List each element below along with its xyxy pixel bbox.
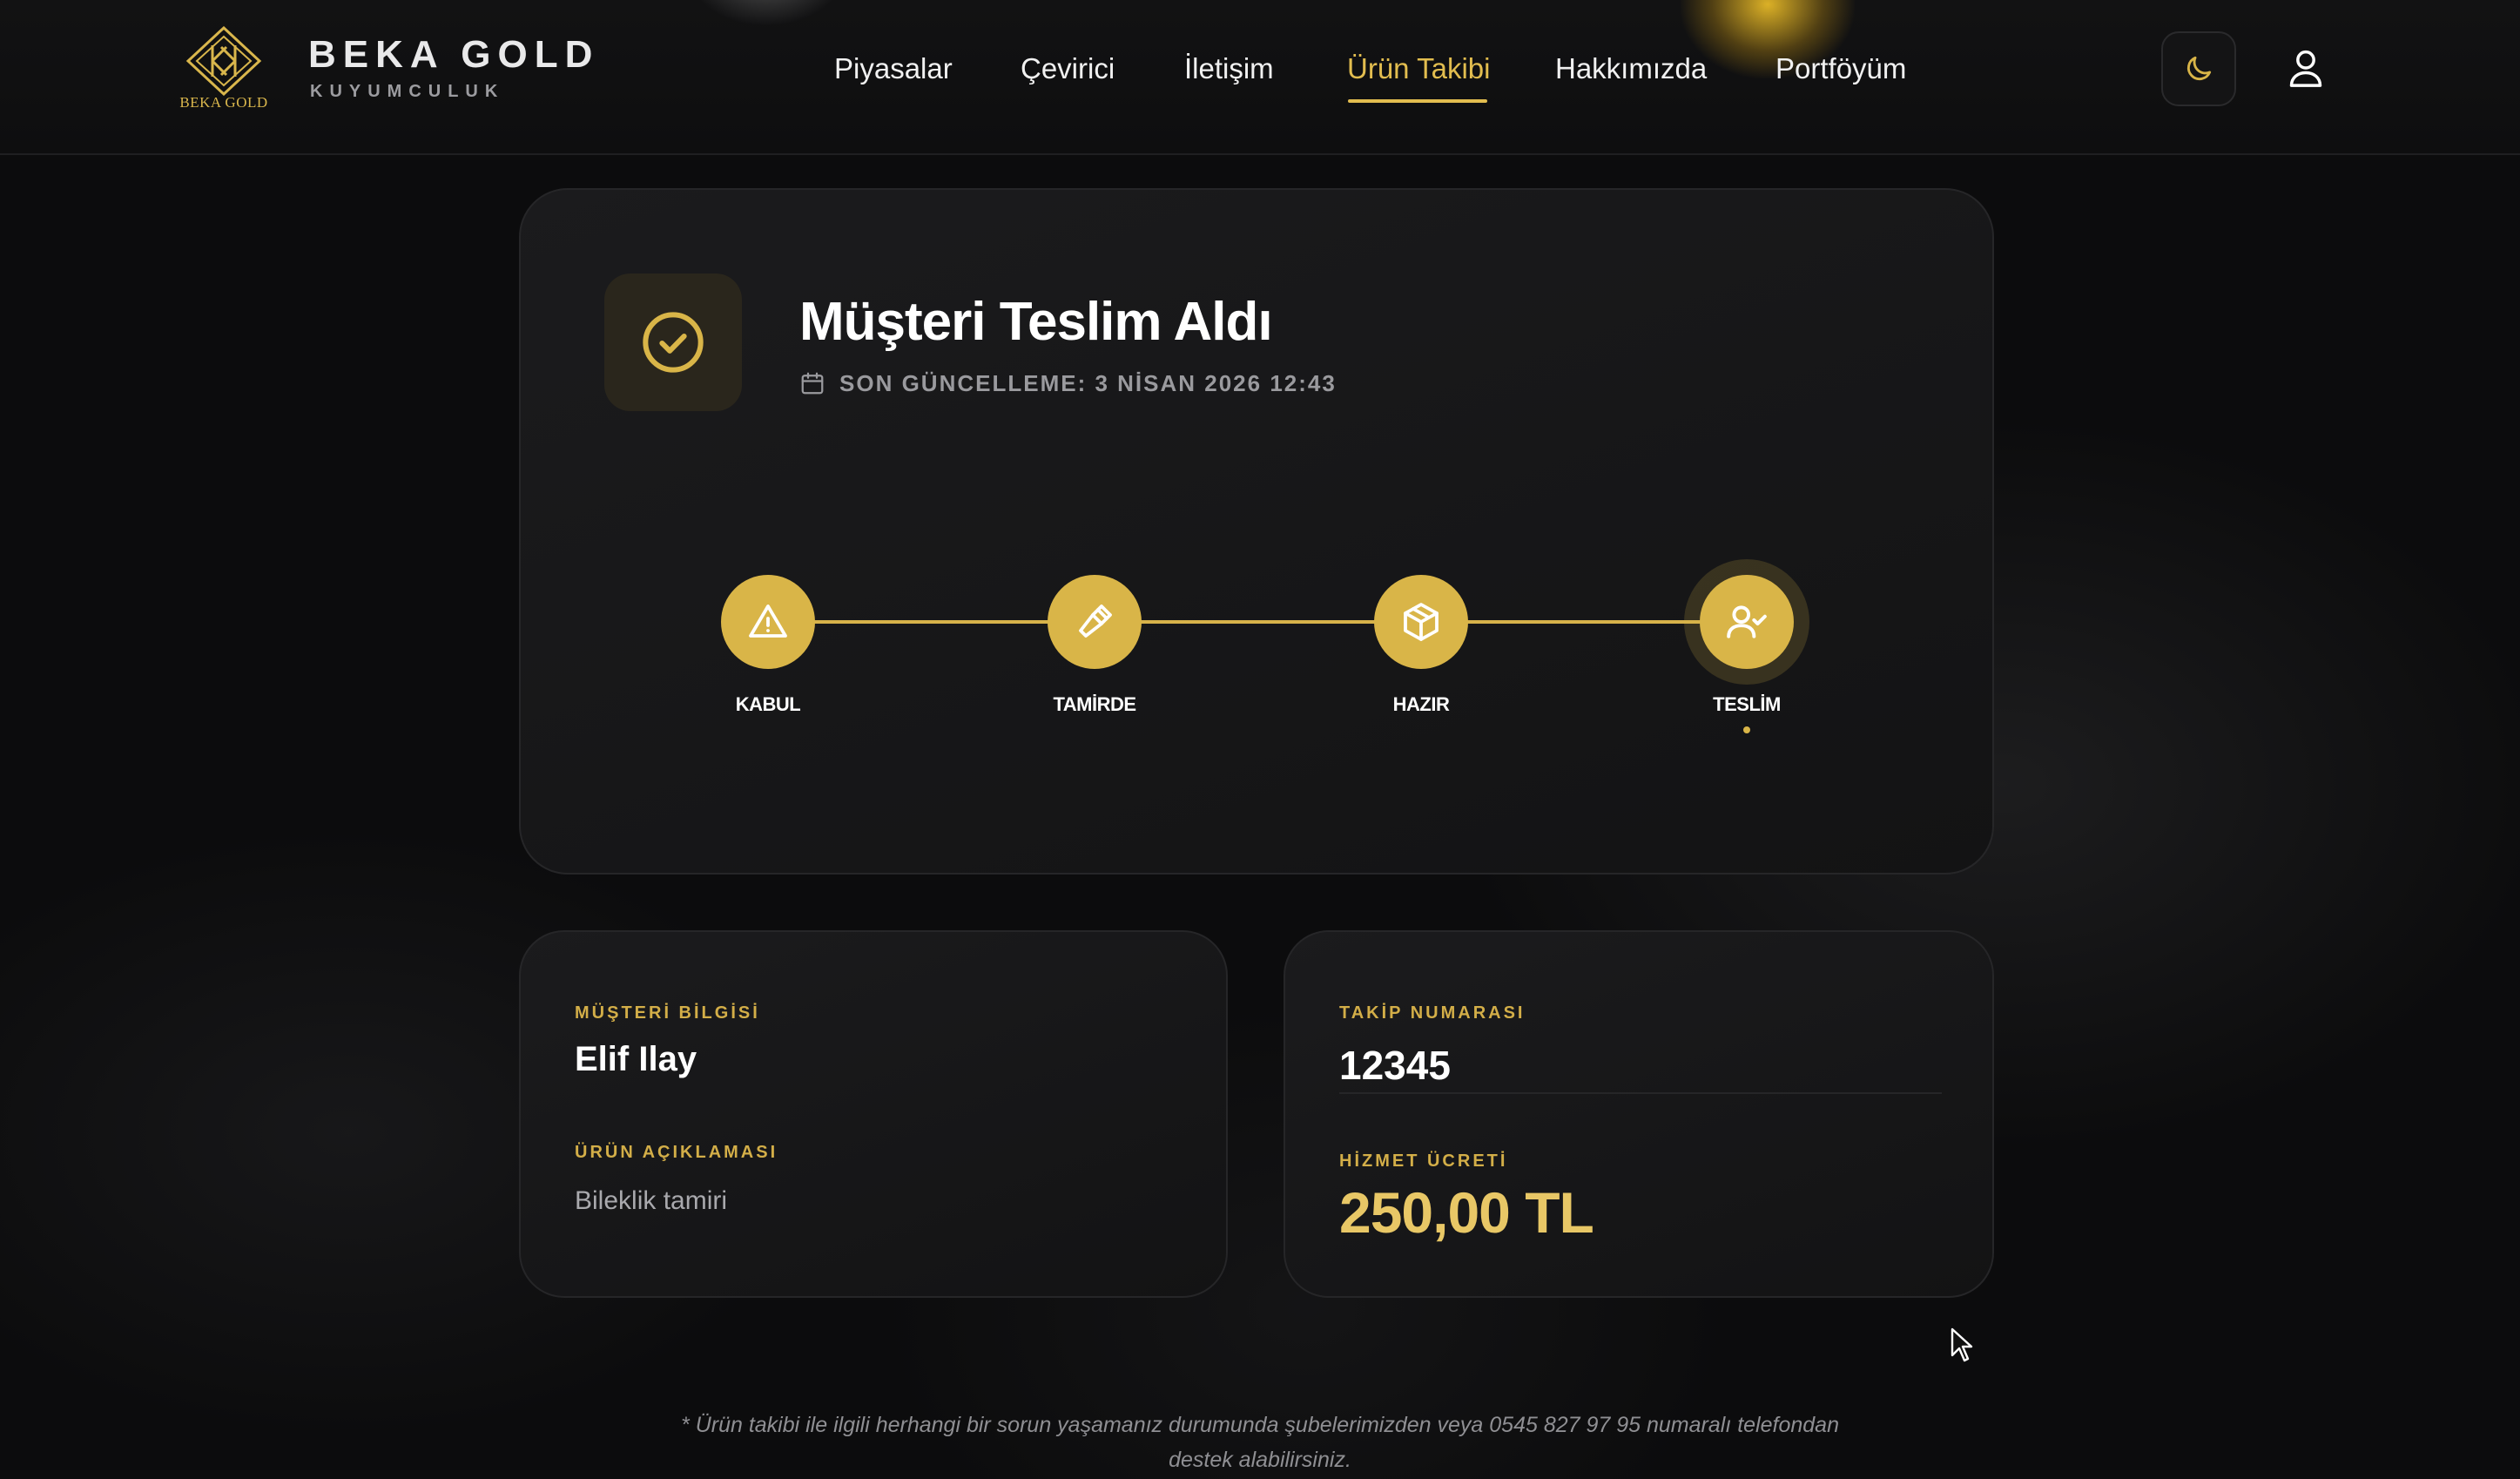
progress-track [770, 620, 1750, 624]
nav-item-cevirici[interactable]: Çevirici [1021, 52, 1115, 85]
service-fee: 250,00 TL [1339, 1180, 1594, 1245]
step-hazir [1374, 575, 1468, 669]
step-label-teslim: TESLİM [1713, 693, 1781, 715]
theme-toggle-button[interactable] [2161, 31, 2236, 106]
calendar-icon [799, 370, 825, 396]
tracking-number: 12345 [1339, 1043, 1451, 1088]
last-updated-text: SON GÜNCELLEME: 3 NİSAN 2026 12:43 [839, 369, 1337, 396]
customer-info-card: MÜŞTERİ BİLGİSİ Elif Ilay ÜRÜN AÇIKLAMAS… [519, 930, 1228, 1298]
nav-item-portfoyum[interactable]: Portföyüm [1775, 52, 1906, 85]
logo-subtext: BEKA GOLD [179, 94, 268, 111]
service-fee-label: HİZMET ÜCRETİ [1339, 1151, 1508, 1171]
moon-icon [2182, 52, 2215, 85]
step-kabul [721, 575, 815, 669]
step-label-tamirde: TAMİRDE [1053, 693, 1136, 715]
check-circle-icon [640, 309, 706, 375]
step-tamirde [1048, 575, 1142, 669]
status-card: Müşteri Teslim Aldı SON GÜNCELLEME: 3 Nİ… [519, 188, 1994, 875]
user-check-icon [1725, 600, 1769, 644]
support-note: * Ürün takibi ile ilgili herhangi bir so… [662, 1408, 1858, 1477]
decorative-glow [688, 0, 845, 26]
status-title: Müşteri Teslim Aldı [799, 292, 1273, 352]
customer-label: MÜŞTERİ BİLGİSİ [575, 1003, 760, 1023]
last-updated: SON GÜNCELLEME: 3 NİSAN 2026 12:43 [799, 368, 1337, 399]
nav-item-urun-takibi[interactable]: Ürün Takibi [1347, 52, 1490, 85]
status-icon-box [604, 274, 742, 411]
step-teslim [1700, 575, 1794, 669]
step-label-hazir: HAZIR [1392, 693, 1450, 715]
package-icon [1400, 601, 1442, 643]
nav-item-hakkimizda[interactable]: Hakkımızda [1555, 52, 1707, 85]
mouse-cursor-icon [1951, 1327, 1975, 1367]
tracking-info-card: TAKİP NUMARASI 12345 HİZMET ÜCRETİ 250,0… [1284, 930, 1994, 1298]
active-nav-indicator [1348, 99, 1487, 103]
support-note-line-1: * Ürün takibi ile ilgili herhangi bir so… [681, 1413, 1839, 1437]
support-note-line-2: destek alabilirsiniz. [1169, 1448, 1351, 1472]
customer-name: Elif Ilay [575, 1040, 697, 1078]
brand-tagline: KUYUMCULUK [310, 82, 505, 101]
warning-triangle-icon [747, 601, 789, 643]
nav-item-iletisim[interactable]: İletişim [1184, 52, 1274, 85]
user-icon [2287, 47, 2325, 89]
description-label: ÜRÜN AÇIKLAMASI [575, 1143, 778, 1162]
hammer-icon [1074, 601, 1115, 643]
user-account-button[interactable] [2278, 40, 2334, 96]
tracking-divider [1339, 1092, 1942, 1094]
current-step-dot [1743, 726, 1750, 733]
nav-item-piyasalar[interactable]: Piyasalar [834, 52, 953, 85]
top-navbar: BEKA GOLD BEKA GOLD KUYUMCULUK Piyasalar… [0, 0, 2520, 155]
step-label-kabul: KABUL [735, 693, 801, 715]
product-description: Bileklik tamiri [575, 1186, 728, 1215]
tracking-number-label: TAKİP NUMARASI [1339, 1003, 1526, 1023]
brand-name[interactable]: BEKA GOLD [308, 33, 599, 77]
